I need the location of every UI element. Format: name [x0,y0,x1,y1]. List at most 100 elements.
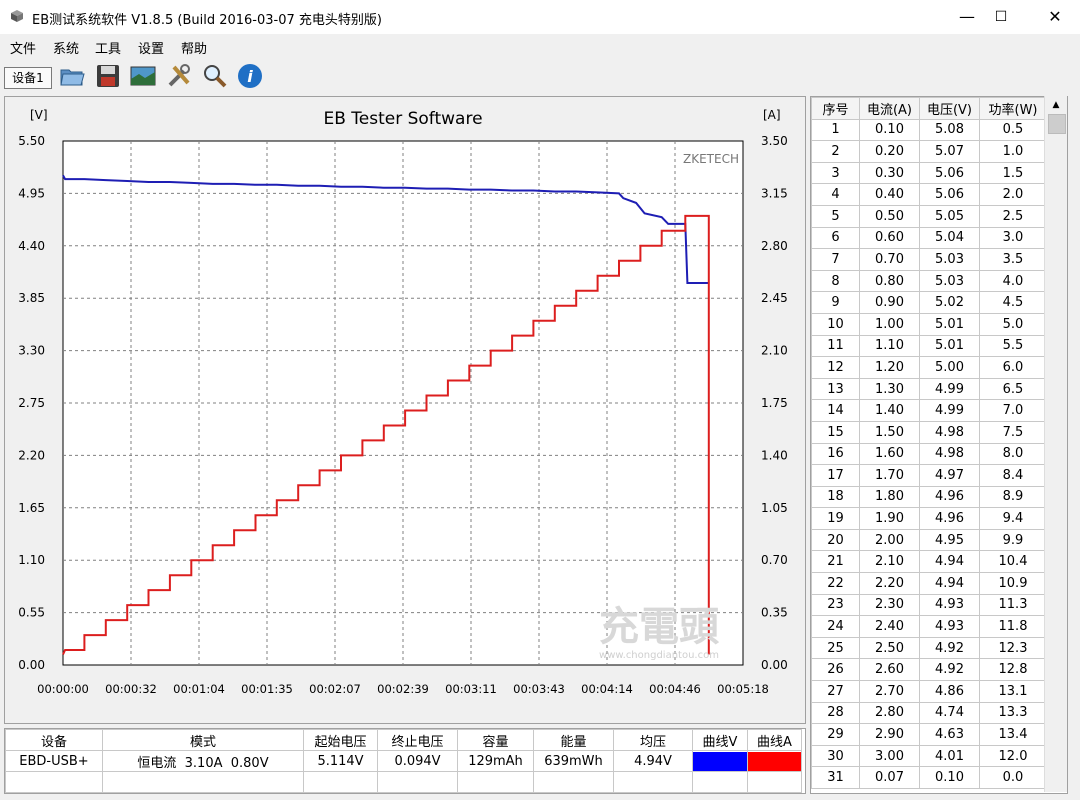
summary-capacity: 129mAh [457,750,534,772]
table-row[interactable]: 11 1.10 5.01 5.5 [811,334,1047,358]
row-current: 2.50 [859,636,920,660]
row-voltage: 4.92 [919,636,980,660]
table-row[interactable]: 30 3.00 4.01 12.0 [811,744,1047,768]
table-row[interactable]: 9 0.90 5.02 4.5 [811,291,1047,314]
table-row[interactable]: 25 2.50 4.92 12.3 [811,636,1047,660]
table-row[interactable]: 7 0.70 5.03 3.5 [811,248,1047,271]
table-row[interactable]: 2 0.20 5.07 1.0 [811,140,1047,163]
row-voltage: 4.92 [919,658,980,682]
table-row[interactable]: 22 2.20 4.94 10.9 [811,572,1047,595]
summary-panel: 设备 模式 起始电压 终止电压 容量 能量 均压 曲线V 曲线A EBD-USB… [4,728,806,794]
table-row[interactable]: 13 1.30 4.99 6.5 [811,377,1047,401]
x-tick-label: 00:01:04 [173,682,225,696]
table-row[interactable]: 17 1.70 4.97 8.4 [811,464,1047,487]
curve-v-swatch[interactable] [693,751,747,771]
summary-header-end-voltage: 终止电压 [377,729,458,751]
table-row[interactable]: 26 2.60 4.92 12.8 [811,658,1047,682]
right-tick-label: 0.35 [761,606,788,620]
row-index: 15 [811,420,860,444]
left-tick-label: 4.95 [18,186,45,200]
chart-title: EB Tester Software [323,109,482,129]
table-row[interactable]: 6 0.60 5.04 3.0 [811,226,1047,250]
row-power: 13.1 [979,680,1047,703]
header-power[interactable]: 功率(W) [979,97,1047,120]
table-row[interactable]: 23 2.30 4.93 11.3 [811,593,1047,617]
row-power: 0.5 [979,118,1047,142]
device-tab[interactable]: 设备1 [4,67,52,89]
x-tick-label: 00:01:35 [241,682,293,696]
table-row[interactable]: 3 0.30 5.06 1.5 [811,161,1047,185]
table-row[interactable]: 27 2.70 4.86 13.1 [811,680,1047,703]
row-current: 0.70 [859,248,920,271]
row-power: 2.5 [979,204,1047,228]
scroll-up-icon[interactable]: ▲ [1045,96,1067,114]
table-row[interactable]: 28 2.80 4.74 13.3 [811,701,1047,725]
right-axis-unit: [A] [763,108,781,122]
menu-file[interactable]: 文件 [10,38,36,57]
table-row[interactable]: 19 1.90 4.96 9.4 [811,507,1047,530]
info-icon[interactable]: i [236,62,264,90]
close-button[interactable]: ✕ [1032,0,1078,34]
summary-header-curve-v: 曲线V [692,729,748,751]
table-row[interactable]: 5 0.50 5.05 2.5 [811,204,1047,228]
row-power: 4.0 [979,269,1047,293]
table-row[interactable]: 31 0.07 0.10 0.0 [811,766,1047,789]
header-index[interactable]: 序号 [811,97,860,120]
menu-system[interactable]: 系统 [53,38,79,57]
table-row[interactable]: 21 2.10 4.94 10.4 [811,550,1047,574]
menu-help[interactable]: 帮助 [181,38,207,57]
row-voltage: 4.94 [919,550,980,574]
table-row[interactable]: 16 1.60 4.98 8.0 [811,442,1047,466]
menu-settings[interactable]: 设置 [138,38,164,57]
zoom-icon[interactable] [200,62,228,90]
row-index: 14 [811,399,860,422]
table-row[interactable]: 20 2.00 4.95 9.9 [811,528,1047,552]
header-voltage[interactable]: 电压(V) [919,97,980,120]
row-current: 2.60 [859,658,920,682]
save-icon[interactable] [94,62,122,90]
grid-scrollbar[interactable]: ▲ [1044,96,1067,792]
summary-table: 设备 模式 起始电压 终止电压 容量 能量 均压 曲线V 曲线A EBD-USB… [5,729,802,793]
summary-start-voltage: 5.114V [303,750,378,772]
image-icon[interactable] [129,62,157,90]
row-voltage: 5.04 [919,226,980,250]
table-row[interactable]: 29 2.90 4.63 13.4 [811,723,1047,746]
left-axis-unit: [V] [30,108,48,122]
row-index: 5 [811,204,860,228]
table-row[interactable]: 12 1.20 5.00 6.0 [811,356,1047,379]
folder-icon[interactable] [58,62,86,90]
table-row[interactable]: 24 2.40 4.93 11.8 [811,615,1047,638]
tools-icon[interactable] [165,62,193,90]
row-current: 2.30 [859,593,920,617]
summary-row[interactable]: EBD-USB+ 恒电流 3.10A 0.80V 5.114V 0.094V 1… [5,750,802,772]
maximize-button[interactable]: ☐ [978,0,1024,34]
x-tick-label: 00:04:14 [581,682,633,696]
right-tick-label: 0.70 [761,553,788,567]
table-row[interactable]: 10 1.00 5.01 5.0 [811,312,1047,336]
table-row[interactable]: 14 1.40 4.99 7.0 [811,399,1047,422]
data-grid[interactable]: 序号 电流(A) 电压(V) 功率(W) 1 0.10 5.08 0.5 2 0.20 5.… [810,96,1068,794]
row-power: 8.0 [979,442,1047,466]
scroll-thumb[interactable] [1048,114,1066,134]
curve-a-swatch-cell[interactable] [747,750,802,772]
table-row[interactable]: 1 0.10 5.08 0.5 [811,118,1047,142]
table-row[interactable]: 4 0.40 5.06 2.0 [811,183,1047,206]
row-index: 4 [811,183,860,206]
curve-v-swatch-cell[interactable] [692,750,748,772]
row-index: 23 [811,593,860,617]
left-tick-label: 0.00 [18,658,45,672]
curve-a-swatch[interactable] [748,751,801,771]
table-row[interactable]: 15 1.50 4.98 7.5 [811,420,1047,444]
row-index: 2 [811,140,860,163]
menu-tools[interactable]: 工具 [95,38,121,57]
table-row[interactable]: 8 0.80 5.03 4.0 [811,269,1047,293]
row-index: 31 [811,766,860,789]
table-row[interactable]: 18 1.80 4.96 8.9 [811,485,1047,509]
row-voltage: 4.99 [919,399,980,422]
watermark-url: www.chongdiantou.com [599,650,719,661]
row-index: 8 [811,269,860,293]
row-power: 4.5 [979,291,1047,314]
row-index: 3 [811,161,860,185]
x-tick-label: 00:00:32 [105,682,157,696]
header-current[interactable]: 电流(A) [859,97,920,120]
